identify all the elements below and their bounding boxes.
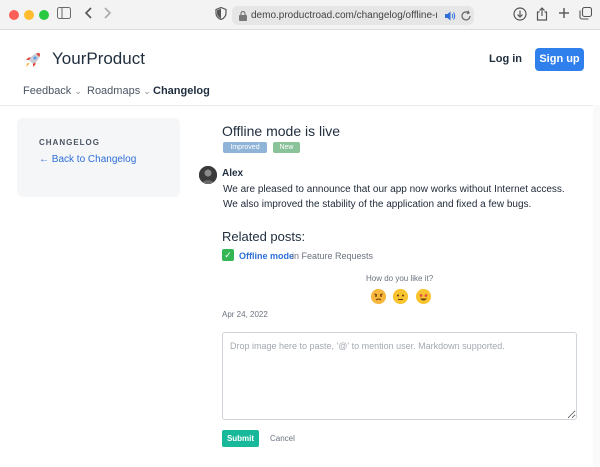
browser-toolbar: demo.productroad.com/changelog/offline-m… bbox=[0, 0, 600, 30]
new-tab-icon[interactable] bbox=[556, 7, 572, 23]
header-divider bbox=[0, 105, 600, 106]
chevron-down-icon: ⌄ bbox=[143, 86, 151, 96]
page-scrollbar[interactable] bbox=[593, 105, 600, 467]
address-bar[interactable]: demo.productroad.com/changelog/offline-m… bbox=[232, 6, 474, 25]
brand-name[interactable]: YourProduct bbox=[52, 49, 145, 69]
checkmark-icon: ✓ bbox=[222, 249, 234, 261]
post-body-line: We are pleased to announce that our app … bbox=[223, 184, 565, 195]
downloads-icon[interactable] bbox=[512, 7, 528, 23]
author-avatar bbox=[199, 166, 217, 184]
back-to-changelog-link[interactable]: ← Back to Changelog bbox=[39, 153, 136, 166]
related-posts-heading: Related posts: bbox=[222, 229, 306, 244]
sidebar-toggle-icon[interactable] bbox=[56, 7, 72, 23]
zoom-window-button[interactable] bbox=[39, 10, 49, 20]
author-name: Alex bbox=[222, 168, 244, 179]
nav-roadmaps-label: Roadmaps bbox=[87, 85, 141, 97]
cancel-button[interactable]: Cancel bbox=[270, 433, 295, 444]
post-title: Offline mode is live bbox=[222, 123, 341, 139]
back-icon[interactable] bbox=[81, 7, 97, 23]
tab-overview-icon[interactable] bbox=[577, 6, 593, 23]
star-struck-face-icon[interactable] bbox=[416, 289, 431, 304]
nav-feedback-label: Feedback bbox=[23, 85, 72, 97]
tag-improved: Improved bbox=[223, 142, 267, 153]
post-date: Apr 24, 2022 bbox=[222, 310, 268, 319]
reload-icon[interactable] bbox=[460, 9, 472, 21]
sidebar-kicker: CHANGELOG bbox=[39, 138, 100, 147]
url-text: demo.productroad.com/changelog/offline-m… bbox=[251, 10, 437, 21]
rocket-logo-icon[interactable] bbox=[22, 49, 44, 71]
privacy-shield-icon[interactable] bbox=[213, 6, 229, 23]
related-post-context: in Feature Requests bbox=[292, 251, 374, 261]
submit-button[interactable]: Submit bbox=[222, 430, 259, 447]
minimize-window-button[interactable] bbox=[24, 10, 34, 20]
signup-button[interactable]: Sign up bbox=[535, 48, 584, 71]
nav-feedback[interactable]: Feedback ⌄ bbox=[23, 84, 82, 98]
reaction-prompt: How do you like it? bbox=[366, 274, 434, 283]
close-window-button[interactable] bbox=[9, 10, 19, 20]
angry-face-icon[interactable] bbox=[371, 289, 386, 304]
comment-input[interactable] bbox=[222, 332, 577, 420]
neutral-face-icon[interactable] bbox=[393, 289, 408, 304]
speaker-icon[interactable] bbox=[444, 9, 456, 21]
post-body-line: We also improved the stability of the ap… bbox=[223, 199, 532, 210]
chevron-down-icon: ⌄ bbox=[74, 86, 82, 96]
login-link[interactable]: Log in bbox=[489, 51, 522, 67]
tag-new: New bbox=[273, 142, 300, 153]
nav-changelog[interactable]: Changelog bbox=[153, 84, 210, 98]
share-icon[interactable] bbox=[534, 7, 550, 23]
lock-icon bbox=[238, 9, 248, 21]
forward-icon[interactable] bbox=[99, 7, 115, 23]
nav-roadmaps[interactable]: Roadmaps ⌄ bbox=[87, 84, 151, 98]
related-post-link[interactable]: Offline mode bbox=[239, 250, 294, 262]
changelog-sidebar-card: CHANGELOG ← Back to Changelog bbox=[17, 118, 180, 197]
